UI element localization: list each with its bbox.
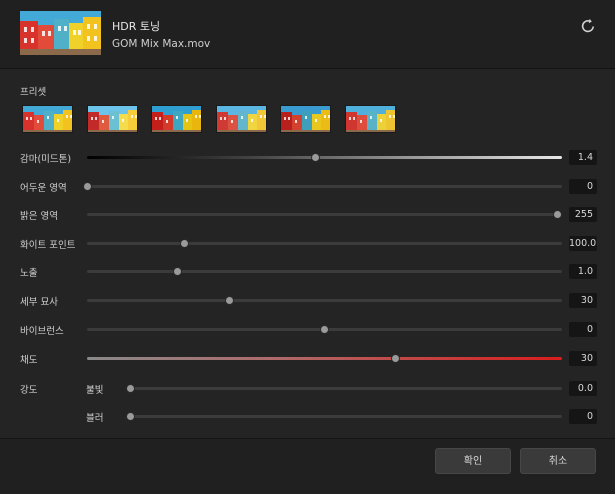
slider-thumb[interactable] <box>125 384 135 393</box>
slider-thumb[interactable] <box>172 267 182 276</box>
preset-thumbnail <box>23 106 72 132</box>
houses-image <box>20 11 101 55</box>
slider-track[interactable] <box>125 384 562 393</box>
slider-track[interactable] <box>87 239 562 248</box>
slider-value-input[interactable]: 0 <box>569 322 597 337</box>
slider-thumb[interactable] <box>552 210 562 219</box>
slider-value-input[interactable]: 30 <box>569 293 597 308</box>
slider-thumb[interactable] <box>310 153 320 162</box>
slider-value-input[interactable]: 0 <box>569 409 597 424</box>
slider-label: 화이트 포인트 <box>20 240 76 251</box>
slider-thumb[interactable] <box>82 182 92 191</box>
preset-thumbnail <box>152 106 201 132</box>
reset-button[interactable] <box>578 16 598 36</box>
slider-label: 어두운 영역 <box>20 183 67 194</box>
slider-label: 노출 <box>20 268 38 279</box>
slider-track[interactable] <box>87 354 562 363</box>
slider-value-input[interactable]: 1.0 <box>569 264 597 279</box>
slider-thumb[interactable] <box>125 412 135 421</box>
slider-thumb[interactable] <box>179 239 189 248</box>
preset-4[interactable] <box>215 105 267 133</box>
preset-3[interactable] <box>151 105 202 133</box>
slider-thumb[interactable] <box>225 296 234 305</box>
slider-thumb[interactable] <box>391 354 401 363</box>
confirm-button[interactable]: 확인 <box>435 448 511 474</box>
strength-sub-label: 블러 <box>86 413 104 424</box>
video-thumbnail <box>20 11 101 55</box>
slider-track[interactable] <box>87 325 562 334</box>
slider-value-input[interactable]: 1.4 <box>569 150 597 165</box>
preset-6[interactable] <box>344 105 396 133</box>
slider-label: 감마(미드톤) <box>20 154 72 165</box>
slider-track[interactable] <box>82 182 562 191</box>
slider-label: 세부 묘사 <box>20 297 58 308</box>
slider-value-input[interactable]: 100.0 <box>569 236 597 251</box>
slider-track[interactable] <box>125 412 562 421</box>
slider-label: 채도 <box>20 355 38 366</box>
strength-sub-label: 불빛 <box>86 385 104 396</box>
dialog-footer: 확인 취소 <box>0 438 615 494</box>
slider-track[interactable] <box>87 210 562 219</box>
slider-value-input[interactable]: 0 <box>569 179 597 194</box>
strength-label: 강도 <box>20 385 38 396</box>
preset-1[interactable] <box>22 105 73 133</box>
dialog-header: HDR 토닝 GOM Mix Max.mov <box>0 0 615 69</box>
dialog-title: HDR 토닝 <box>112 20 161 33</box>
slider-label: 밝은 영역 <box>20 211 58 222</box>
slider-track[interactable] <box>87 296 562 305</box>
slider-track[interactable] <box>87 153 562 162</box>
reset-icon <box>581 18 594 33</box>
slider-value-input[interactable]: 255 <box>569 207 597 222</box>
preset-5[interactable] <box>280 105 331 133</box>
slider-value-input[interactable]: 30 <box>569 351 597 366</box>
cancel-button[interactable]: 취소 <box>520 448 596 474</box>
slider-label: 바이브런스 <box>20 326 64 337</box>
file-name: GOM Mix Max.mov <box>112 38 211 50</box>
preset-thumbnail <box>216 106 266 132</box>
slider-thumb[interactable] <box>320 325 329 334</box>
preset-thumbnail <box>87 106 137 132</box>
slider-track[interactable] <box>87 267 562 276</box>
slider-value-input[interactable]: 0.0 <box>569 381 597 396</box>
preset-thumbnail <box>345 106 395 132</box>
preset-thumbnail <box>281 106 330 132</box>
presets-label: 프리셋 <box>20 87 47 98</box>
preset-2[interactable] <box>86 105 138 133</box>
